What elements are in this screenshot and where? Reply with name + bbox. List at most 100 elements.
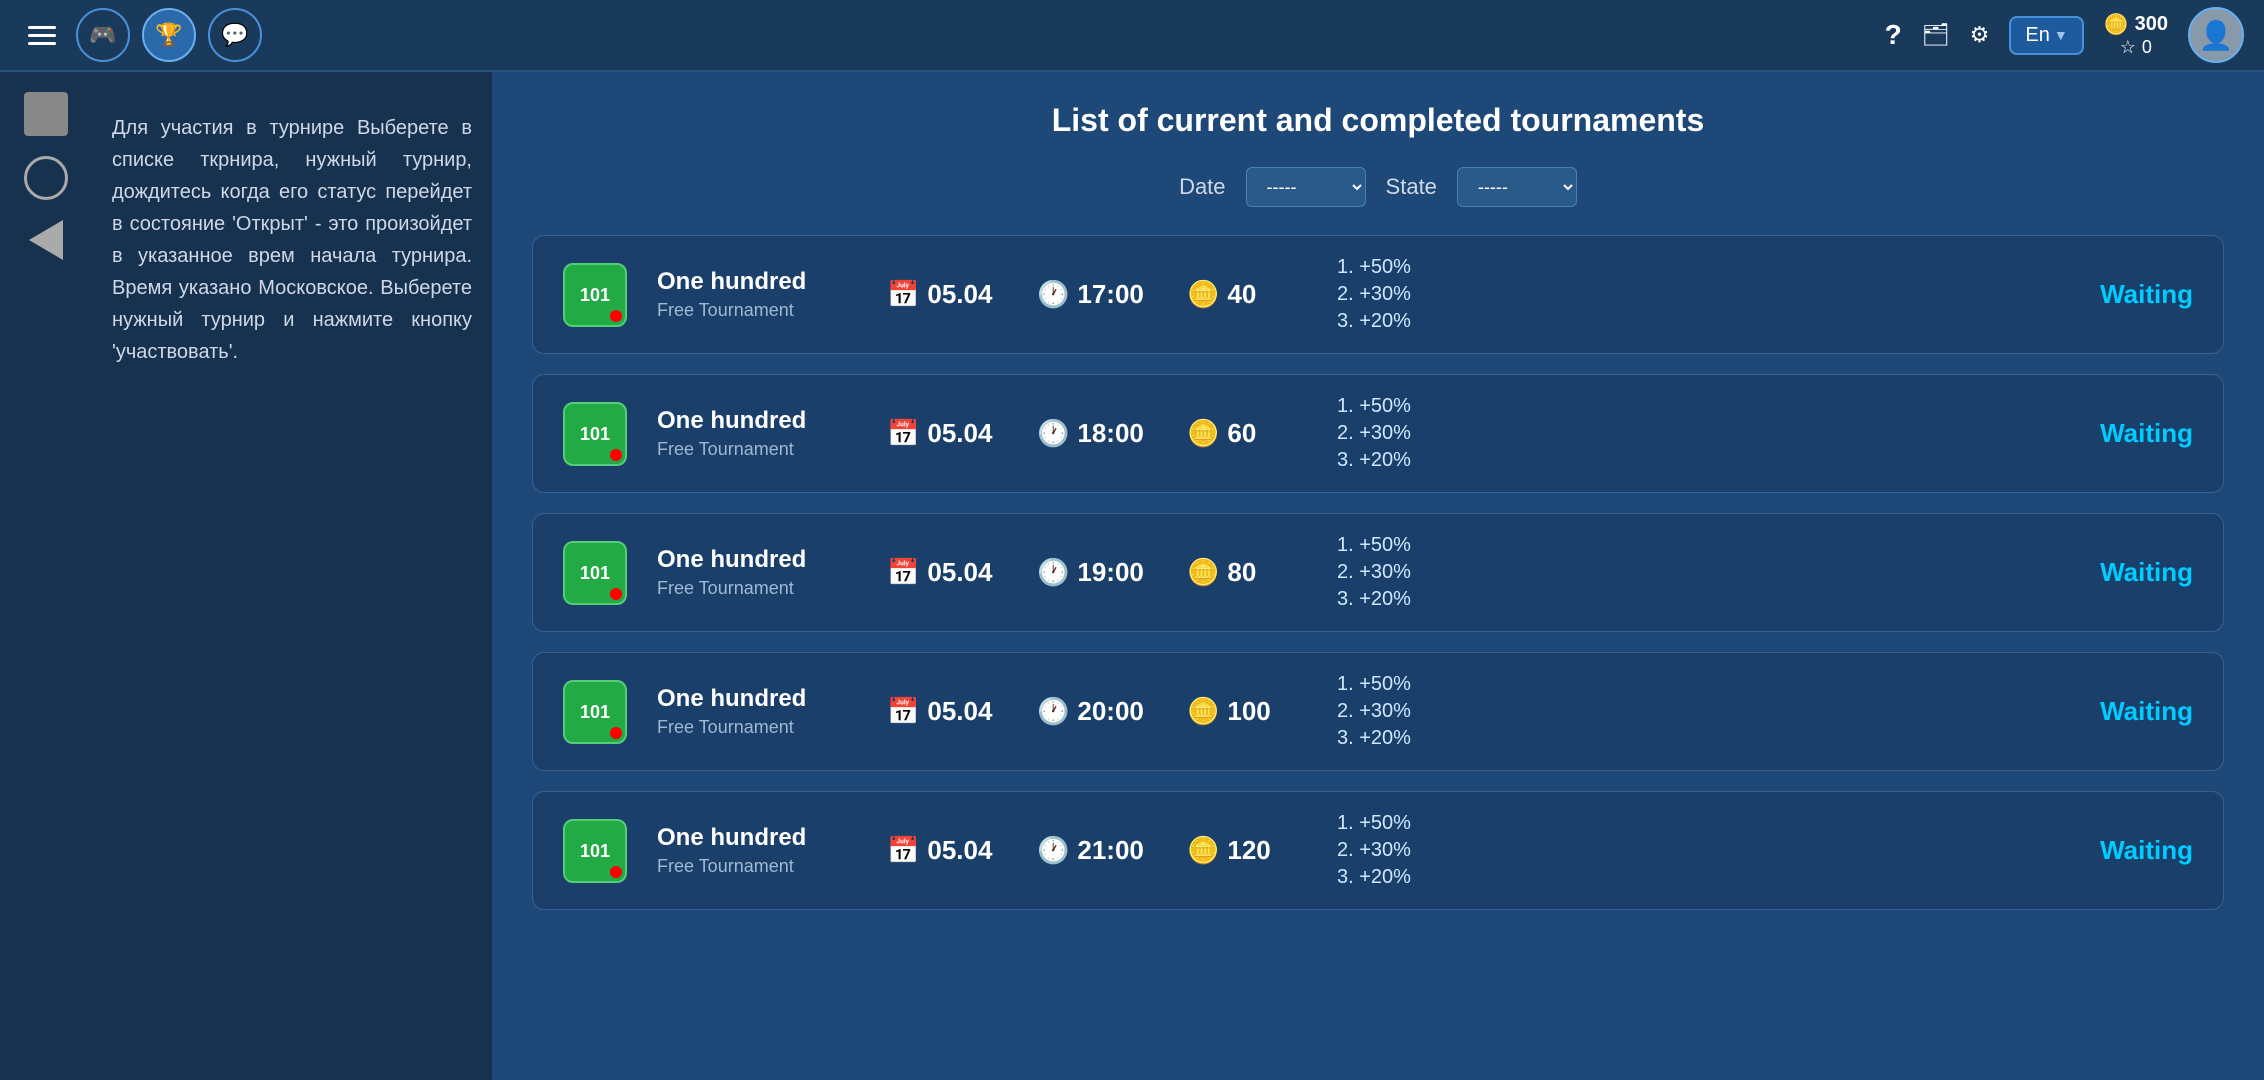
tournament-status: Waiting [2100,696,2193,726]
tournament-subtitle: Free Tournament [657,717,857,738]
avatar[interactable]: 👤 [2188,7,2244,63]
tournament-name: One hundred [657,546,857,574]
calendar-icon: 📅 [887,279,919,310]
tournament-name-block: One hundred Free Tournament [657,824,857,877]
tournament-prizes-block: 1. +50% 2. +30% 3. +20% [1337,673,1477,750]
tournament-icon: 101 [563,263,627,327]
calendar-icon: 📅 [887,835,919,866]
tournament-coins-block: 🪙 120 [1187,835,1307,866]
tournament-coins: 40 [1227,279,1256,310]
tournament-card[interactable]: 101 One hundred Free Tournament 📅 05.04 … [532,235,2224,354]
date-filter-select[interactable]: ----- [1246,167,1366,207]
prize-3: 3. +20% [1337,588,1477,611]
tournament-status-block: Waiting [2100,279,2193,310]
tournament-card[interactable]: 101 One hundred Free Tournament 📅 05.04 … [532,513,2224,632]
tournament-name: One hundred [657,407,857,435]
tournament-icon: 101 [563,819,627,883]
tournament-card[interactable]: 101 One hundred Free Tournament 📅 05.04 … [532,791,2224,910]
state-filter-select[interactable]: ----- [1457,167,1577,207]
coins-icon: 🪙 [1187,557,1219,588]
language-label: En [2025,24,2049,47]
coin-icon: 🪙 [2104,12,2129,37]
coin-row: 🪙 300 [2104,12,2168,37]
tournament-icon-dot [610,449,622,461]
tournament-time: 20:00 [1077,696,1144,727]
tournament-coins-block: 🪙 40 [1187,279,1307,310]
tournament-time: 19:00 [1077,557,1144,588]
tournament-prizes-block: 1. +50% 2. +30% 3. +20% [1337,256,1477,333]
date-filter-label: Date [1179,174,1225,200]
tournament-date: 05.04 [927,418,992,449]
topbar: 🎮 🏆 💬 ? 🗂 ⚙ En ▼ 🪙 300 ☆ 0 [0,0,2264,72]
star-row: ☆ 0 [2120,37,2152,58]
tournament-card[interactable]: 101 One hundred Free Tournament 📅 05.04 … [532,374,2224,493]
sidebar-circle-icon [24,156,68,200]
clock-icon: 🕐 [1037,696,1069,727]
tournament-subtitle: Free Tournament [657,300,857,321]
tournament-list: 101 One hundred Free Tournament 📅 05.04 … [532,235,2224,910]
tournament-icon-label: 101 [580,564,610,582]
hamburger-menu-button[interactable] [20,13,64,57]
chat-nav-button[interactable]: 💬 [208,8,262,62]
trophy-nav-button[interactable]: 🏆 [142,8,196,62]
settings-button[interactable]: ⚙ [1970,22,1990,48]
prize-2: 2. +30% [1337,422,1477,445]
clock-icon: 🕐 [1037,279,1069,310]
tournament-time-block: 🕐 19:00 [1037,557,1157,588]
prize-1: 1. +50% [1337,395,1477,418]
tournament-icon-label: 101 [580,425,610,443]
tournament-card[interactable]: 101 One hundred Free Tournament 📅 05.04 … [532,652,2224,771]
tournament-coins: 120 [1227,835,1270,866]
tournament-icon-dot [610,866,622,878]
tournament-coins-block: 🪙 80 [1187,557,1307,588]
hamburger-line-3 [28,42,56,45]
tournament-name: One hundred [657,824,857,852]
tournament-time: 17:00 [1077,279,1144,310]
tournament-time-block: 🕐 20:00 [1037,696,1157,727]
tournament-icon-label: 101 [580,286,610,304]
tournament-name: One hundred [657,685,857,713]
tournament-time: 21:00 [1077,835,1144,866]
hamburger-line-1 [28,26,56,29]
star-value: 0 [2142,37,2152,58]
tournament-subtitle: Free Tournament [657,439,857,460]
tournament-name-block: One hundred Free Tournament [657,268,857,321]
prize-1: 1. +50% [1337,812,1477,835]
tournament-date-block: 📅 05.04 [887,835,1007,866]
prize-2: 2. +30% [1337,283,1477,306]
clock-icon: 🕐 [1037,557,1069,588]
avatar-icon: 👤 [2199,19,2234,52]
calendar-icon: 📅 [887,557,919,588]
coin-display: 🪙 300 ☆ 0 [2104,12,2168,58]
instruction-panel: Для участия в турнире Выберете в списке … [92,72,492,1080]
left-sidebar [0,72,92,1080]
wallet-button[interactable]: 🗂 [1922,22,1950,48]
tournament-subtitle: Free Tournament [657,578,857,599]
prize-2: 2. +30% [1337,839,1477,862]
tournament-coins: 100 [1227,696,1270,727]
tournament-status-block: Waiting [2100,418,2193,449]
prize-2: 2. +30% [1337,561,1477,584]
sidebar-back-icon[interactable] [29,220,63,260]
help-button[interactable]: ? [1885,19,1902,51]
tournament-coins-block: 🪙 60 [1187,418,1307,449]
tournament-date-block: 📅 05.04 [887,279,1007,310]
language-selector[interactable]: En ▼ [2009,16,2083,55]
tournament-time: 18:00 [1077,418,1144,449]
tournament-status-block: Waiting [2100,557,2193,588]
tournament-icon-dot [610,588,622,600]
star-icon: ☆ [2120,37,2136,58]
tournament-coins: 60 [1227,418,1256,449]
prize-1: 1. +50% [1337,256,1477,279]
gamepad-nav-button[interactable]: 🎮 [76,8,130,62]
tournament-icon: 101 [563,680,627,744]
topbar-left: 🎮 🏆 💬 [20,8,262,62]
state-filter-label: State [1386,174,1437,200]
prize-3: 3. +20% [1337,310,1477,333]
tournament-name-block: One hundred Free Tournament [657,407,857,460]
tournament-date: 05.04 [927,835,992,866]
hamburger-line-2 [28,34,56,37]
tournament-name-block: One hundred Free Tournament [657,546,857,599]
tournament-prizes-block: 1. +50% 2. +30% 3. +20% [1337,812,1477,889]
tournament-icon-label: 101 [580,842,610,860]
